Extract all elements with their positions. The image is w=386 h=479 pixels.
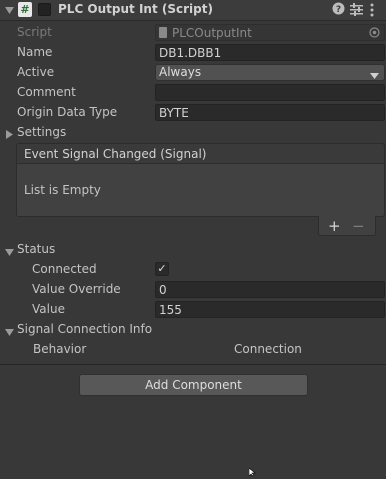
settings-label[interactable]: Settings [17,125,66,139]
script-file-icon [159,27,167,38]
signal-connection-label[interactable]: Signal Connection Info [17,322,152,336]
name-label: Name [17,45,53,59]
active-value: Always [159,65,202,79]
connected-label: Connected [32,262,97,276]
event-header-label: Event Signal Changed (Signal) [24,147,207,161]
settings-foldout-icon[interactable] [6,128,13,142]
svg-text:?: ? [336,5,341,15]
add-icon[interactable]: + [328,217,341,235]
chevron-down-icon [370,69,379,83]
component-title: PLC Output Int (Script) [58,2,213,16]
help-icon[interactable]: ? [332,2,345,19]
component-divider [0,364,386,365]
signal-connection-foldout-icon[interactable] [5,326,14,340]
value-override-field[interactable]: 0 [155,281,385,298]
comment-label: Comment [17,85,76,99]
preset-icon[interactable] [350,3,363,19]
value-label: Value [32,302,65,316]
status-label[interactable]: Status [17,242,55,256]
script-label: Script [17,25,52,39]
column-header-behavior: Behavior [33,342,87,356]
name-field[interactable]: DB1.DBB1 [155,44,385,61]
column-header-connection: Connection [234,342,302,356]
status-foldout-icon[interactable] [5,246,14,260]
event-list-footer [318,216,376,236]
event-empty-text: List is Empty [24,183,101,197]
check-icon: ✓ [157,262,167,275]
active-label: Active [17,65,55,79]
context-menu-icon[interactable] [370,3,374,20]
origin-data-type-label: Origin Data Type [17,105,118,119]
origin-data-type-field[interactable]: BYTE [155,104,385,121]
enabled-checkbox[interactable] [38,3,51,16]
active-dropdown[interactable]: Always [155,64,385,81]
value-field[interactable]: 155 [155,301,385,318]
remove-icon[interactable]: − [352,217,365,235]
foldout-arrow-icon[interactable] [5,4,14,18]
script-field: PLCOutputInt [155,24,385,41]
mouse-cursor-icon [248,465,258,479]
object-picker-icon[interactable] [369,27,380,41]
value-override-label: Value Override [32,282,121,296]
add-component-button[interactable]: Add Component [79,374,308,396]
script-value: PLCOutputInt [172,26,252,40]
script-hash-icon: # [18,2,32,17]
connected-checkbox[interactable]: ✓ [155,262,169,276]
comment-field[interactable] [155,84,385,101]
